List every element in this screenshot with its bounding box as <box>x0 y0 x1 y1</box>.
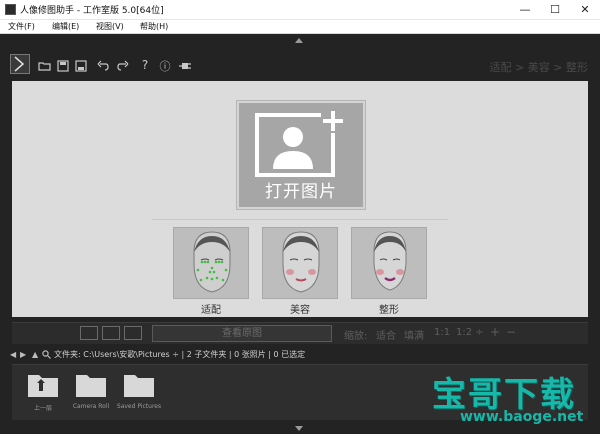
folder-label: Camera Roll <box>72 403 110 410</box>
mode-adapt-label: 适配 <box>201 305 221 316</box>
folder-path[interactable]: 文件夹: C:\Users\安歌\Pictures ÷ | 2 子文件夹 | 0… <box>54 349 305 360</box>
title-bar: 人像修图助手 - 工作室版 5.0[64位] — ☐ ✕ <box>0 0 600 20</box>
folder-saved-pictures[interactable]: Saved Pictures <box>116 369 162 415</box>
undo-icon[interactable] <box>96 58 110 72</box>
zoom-in-button[interactable]: + <box>490 325 500 339</box>
info-icon[interactable]: ⓘ <box>158 58 172 73</box>
face-landmarks-icon <box>193 231 231 293</box>
open-image-button[interactable]: 打开图片 <box>236 100 366 210</box>
save-icon[interactable] <box>56 58 70 72</box>
folder-camera-roll[interactable]: Camera Roll <box>68 369 114 415</box>
main-panel: 打开图片 适配 美容 整形 <box>12 81 588 317</box>
menu-bar: 文件(F) 编辑(E) 视图(V) 帮助(H) <box>0 20 600 34</box>
maximize-button[interactable]: ☐ <box>540 0 570 20</box>
mode-reshape-card[interactable] <box>351 227 427 299</box>
menu-view[interactable]: 视图(V) <box>96 21 124 32</box>
window-title: 人像修图助手 - 工作室版 5.0[64位] <box>20 6 164 16</box>
save-as-icon[interactable] <box>74 58 88 72</box>
search-icon[interactable] <box>42 350 51 361</box>
mode-beauty-label: 美容 <box>290 305 310 316</box>
open-folder-icon[interactable] <box>38 58 52 72</box>
zoom-out-button[interactable]: − <box>506 325 516 339</box>
parent-folder-icon <box>28 375 58 397</box>
zoom-1-1-button[interactable]: 1:1 <box>434 327 450 338</box>
mode-reshape-label: 整形 <box>379 305 399 316</box>
redo-icon[interactable] <box>116 58 130 72</box>
forward-arrow-icon[interactable]: ▶ <box>20 350 26 359</box>
mode-beauty-card[interactable] <box>262 227 338 299</box>
app-window: 人像修图助手 - 工作室版 5.0[64位] — ☐ ✕ 文件(F) 编辑(E)… <box>0 0 600 434</box>
close-button[interactable]: ✕ <box>570 0 600 20</box>
folder-label: Saved Pictures <box>116 403 162 410</box>
breadcrumb: 适配 > 美容 > 整形 <box>489 61 588 74</box>
divider <box>152 219 448 220</box>
back-arrow-icon[interactable]: ◀ <box>10 350 16 359</box>
face-reshape-icon <box>373 231 407 291</box>
help-icon[interactable]: ? <box>138 58 152 72</box>
view-bar: 查看原图 缩放: 适合 填满 1:1 1:2 ÷ + − <box>12 322 588 344</box>
folder-icon <box>124 375 154 397</box>
menu-file[interactable]: 文件(F) <box>8 21 35 32</box>
folder-label: 上一层 <box>33 405 52 412</box>
app-icon <box>5 4 16 15</box>
add-photo-icon <box>255 109 345 177</box>
menu-help[interactable]: 帮助(H) <box>140 21 168 32</box>
compare-view-icon[interactable] <box>124 326 142 340</box>
collapse-top-arrow-icon[interactable] <box>295 38 303 43</box>
logo-icon[interactable] <box>10 54 30 74</box>
zoom-fit-button[interactable]: 适合 <box>376 327 396 342</box>
split-view-icon[interactable] <box>102 326 120 340</box>
plugin-icon[interactable] <box>178 58 192 72</box>
folder-parent[interactable]: 上一层 <box>20 369 66 415</box>
watermark-url: www.baoge.net <box>460 409 584 425</box>
minimize-button[interactable]: — <box>510 0 540 20</box>
zoom-fill-button[interactable]: 填满 <box>404 327 424 342</box>
collapse-bottom-arrow-icon[interactable] <box>295 426 303 431</box>
workspace: ? ⓘ 适配 > 美容 > 整形 打开图片 适配 美容 整形 查看原图 缩放: … <box>0 34 600 434</box>
zoom-ratio-select[interactable]: 1:2 ÷ <box>456 327 484 338</box>
view-original-button[interactable]: 查看原图 <box>152 325 332 342</box>
face-makeup-icon <box>282 231 320 293</box>
single-view-icon[interactable] <box>80 326 98 340</box>
watermark: 宝哥下载 www.baoge.net <box>432 367 592 427</box>
open-image-label: 打开图片 <box>265 182 337 202</box>
zoom-label: 缩放: <box>344 331 368 342</box>
menu-edit[interactable]: 编辑(E) <box>52 21 79 32</box>
folder-icon <box>76 375 106 397</box>
mode-adapt-card[interactable] <box>173 227 249 299</box>
up-arrow-icon[interactable]: ▲ <box>32 350 38 359</box>
toolbar: ? ⓘ 适配 > 美容 > 整形 <box>10 54 590 78</box>
path-bar: ◀ ▶ ▲ 文件夹: C:\Users\安歌\Pictures ÷ | 2 子文… <box>8 348 592 362</box>
